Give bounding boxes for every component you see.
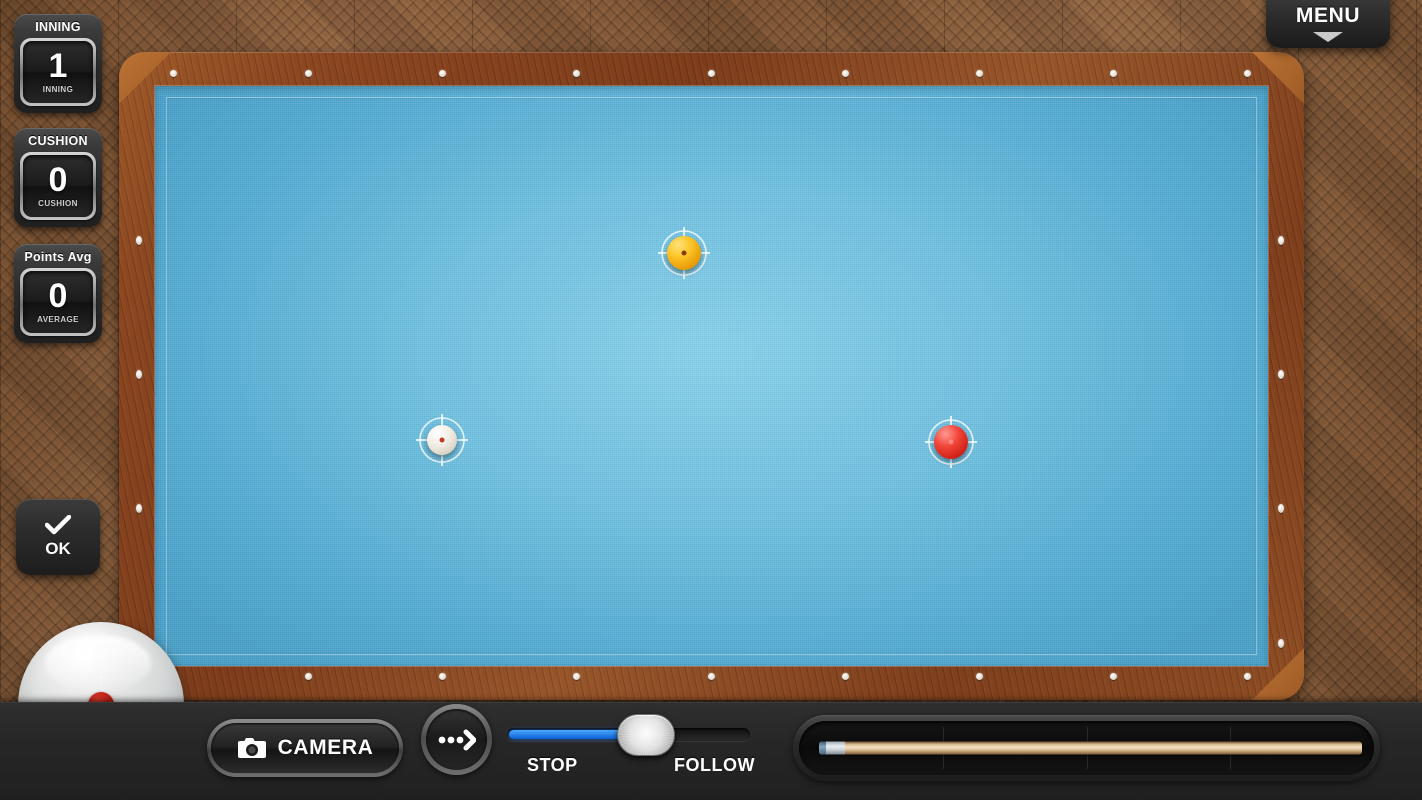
playing-area-boundary <box>166 97 1257 655</box>
table-cloth[interactable] <box>155 86 1268 666</box>
stop-follow-slider[interactable]: STOP FOLLOW <box>507 714 755 776</box>
cue-stick[interactable] <box>819 741 1362 755</box>
diamond-marker <box>136 503 142 513</box>
chevron-down-icon <box>1313 32 1343 42</box>
diamond-marker <box>304 69 312 77</box>
next-shot-button-inner <box>426 709 487 770</box>
diamond-marker <box>572 672 580 680</box>
camera-button-label: CAMERA <box>277 736 374 759</box>
stat-caption: INNING <box>42 85 74 95</box>
diamond-marker <box>841 672 849 680</box>
diamond-marker <box>304 672 312 680</box>
slider-label-follow: FOLLOW <box>674 755 755 775</box>
checkmark-icon <box>45 515 71 535</box>
ball-center-dot <box>681 250 687 256</box>
diamond-marker <box>1278 638 1284 648</box>
ball-sphere <box>427 425 457 455</box>
ball-center-dot <box>948 439 954 445</box>
stat-caption: CUSHION <box>38 199 78 209</box>
menu-button-label: MENU <box>1295 4 1361 27</box>
stat-header: INNING <box>35 20 81 34</box>
diamond-marker <box>438 672 446 680</box>
diamond-marker <box>975 69 983 77</box>
diamond-marker <box>707 69 715 77</box>
diamond-marker <box>1109 69 1117 77</box>
cue-ferrule <box>819 741 826 755</box>
camera-icon <box>237 738 266 758</box>
diamond-marker <box>1109 672 1117 680</box>
red-object-ball[interactable] <box>923 414 979 470</box>
yellow-object-ball[interactable] <box>656 225 712 281</box>
slider-label-stop: STOP <box>527 755 578 775</box>
diamond-marker <box>136 235 142 245</box>
diamond-marker <box>1278 235 1284 245</box>
ok-button[interactable]: OK <box>16 499 100 575</box>
ball-sphere <box>667 236 701 270</box>
stat-caption: AVERAGE <box>37 315 79 325</box>
camera-button-inner: CAMERA <box>211 723 399 773</box>
stat-header: Points Avg <box>24 250 92 264</box>
stat-display: 0 CUSHION <box>20 152 96 220</box>
ok-button-label: OK <box>45 539 71 558</box>
diamond-marker <box>1243 672 1251 680</box>
stat-value: 0 <box>48 276 68 315</box>
ball-sphere <box>934 425 968 459</box>
stat-display-inner: 1 INNING <box>23 41 93 103</box>
stat-panel-points-avg: Points Avg 0 AVERAGE <box>14 244 102 343</box>
stat-display: 0 AVERAGE <box>20 268 96 336</box>
stat-value: 1 <box>48 46 68 85</box>
diamond-marker <box>136 369 142 379</box>
diamond-marker <box>438 69 446 77</box>
stat-panel-inning: INNING 1 INNING <box>14 14 102 113</box>
stat-header: CUSHION <box>28 134 88 148</box>
diamond-marker <box>1278 503 1284 513</box>
menu-button[interactable]: MENU <box>1266 0 1390 48</box>
stat-display-inner: 0 AVERAGE <box>23 271 93 333</box>
white-cue-ball[interactable] <box>414 412 470 468</box>
stat-display: 1 INNING <box>20 38 96 106</box>
diamond-marker <box>841 69 849 77</box>
bottom-control-bar: CAMERA STOP FOLLOW <box>0 702 1422 800</box>
diamond-marker <box>1243 69 1251 77</box>
camera-button[interactable]: CAMERA <box>207 719 403 777</box>
stat-panel-cushion: CUSHION 0 CUSHION <box>14 128 102 227</box>
ball-center-dot <box>439 437 445 443</box>
billiard-table <box>119 52 1304 700</box>
diamond-marker <box>975 672 983 680</box>
diamond-marker <box>572 69 580 77</box>
stat-value: 0 <box>48 160 68 199</box>
cue-power-bar[interactable] <box>793 715 1380 781</box>
dots-arrow-icon <box>438 729 476 750</box>
slider-handle[interactable] <box>616 714 675 756</box>
next-shot-button[interactable] <box>421 704 492 775</box>
cue-power-track <box>799 721 1374 775</box>
diamond-marker <box>1278 369 1284 379</box>
stat-display-inner: 0 CUSHION <box>23 155 93 217</box>
diamond-marker <box>169 69 177 77</box>
diamond-marker <box>707 672 715 680</box>
